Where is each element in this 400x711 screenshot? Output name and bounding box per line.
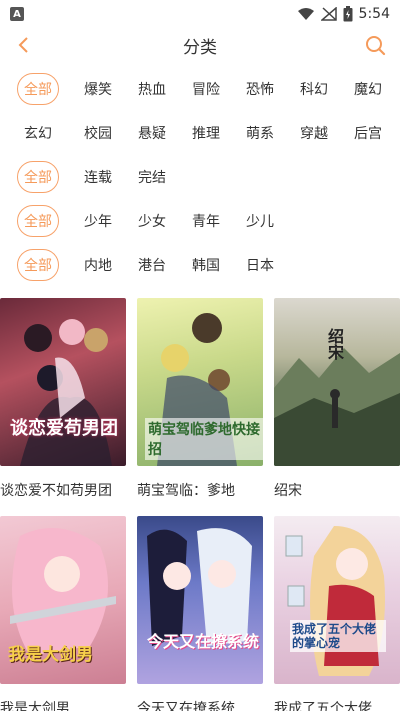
comic-cover-title: 绍宋: [325, 328, 344, 360]
wifi-icon: [297, 8, 314, 20]
filter-panel: 全部 爆笑 热血 冒险 恐怖 科幻 魔幻 玄幻 校园 悬疑 推理 萌系 穿越 后…: [0, 73, 400, 293]
audience-chip[interactable]: 青年: [179, 205, 233, 237]
genre-filter-row: 全部 爆笑 热血 冒险 恐怖 科幻 魔幻: [17, 73, 400, 117]
comic-cover-title: 我成了五个大佬的掌心宠: [290, 620, 386, 652]
region-chip[interactable]: 韩国: [179, 249, 233, 281]
status-filter-row: 全部 连载 完结: [17, 161, 400, 205]
page-title: 分类: [183, 37, 217, 58]
status-chip-all[interactable]: 全部: [17, 161, 59, 193]
genre-chip[interactable]: 魔幻: [341, 73, 395, 105]
comic-title: 绍宋: [274, 483, 302, 499]
audience-chip[interactable]: 少年: [71, 205, 125, 237]
genre-chip[interactable]: 恐怖: [233, 73, 287, 105]
genre-chip[interactable]: 冒险: [179, 73, 233, 105]
battery-icon: [343, 6, 353, 22]
genre-chip[interactable]: 热血: [125, 73, 179, 105]
status-chip[interactable]: 完结: [125, 161, 179, 193]
audience-chip[interactable]: 少儿: [233, 205, 287, 237]
comic-card[interactable]: 我成了五个大佬的掌心宠 我成了五个大佬: [274, 516, 400, 711]
genre-chip[interactable]: 推理: [179, 117, 233, 149]
region-chip-all[interactable]: 全部: [17, 249, 59, 281]
back-icon[interactable]: [14, 35, 34, 55]
genre-chip[interactable]: 爆笑: [71, 73, 125, 105]
comic-row: 谈恋爱苟男团 谈恋爱不如苟男团 萌宝驾临爹地快接招 萌宝驾临：爹地 绍宋 绍宋: [0, 298, 400, 500]
status-bar: A 5:54: [0, 0, 400, 28]
genre-chip[interactable]: 校园: [71, 117, 125, 149]
comic-title: 今天又在撩系统: [137, 701, 235, 711]
search-icon[interactable]: [364, 34, 386, 56]
comic-cover-title: 谈恋爱苟男团: [10, 418, 118, 439]
comic-cover-title: 我是大剑男: [8, 645, 93, 665]
region-filter-row: 全部 内地 港台 韩国 日本: [17, 249, 400, 293]
comic-card[interactable]: 我是大剑男 我是大剑男: [0, 516, 126, 711]
status-chip[interactable]: 连载: [71, 161, 125, 193]
comic-title: 我成了五个大佬: [274, 701, 372, 711]
region-chip[interactable]: 港台: [125, 249, 179, 281]
genre-chip[interactable]: 后宫: [341, 117, 395, 149]
genre-chip[interactable]: 科幻: [287, 73, 341, 105]
status-time: 5:54: [358, 6, 390, 22]
audience-chip-all[interactable]: 全部: [17, 205, 59, 237]
comic-cover[interactable]: 我成了五个大佬的掌心宠: [274, 516, 400, 684]
comic-cover[interactable]: 今天又在撩系统: [137, 516, 263, 684]
genre-chip[interactable]: 玄幻: [17, 117, 59, 149]
signal-icon: [320, 7, 337, 21]
audience-filter-row: 全部 少年 少女 青年 少儿: [17, 205, 400, 249]
comic-card[interactable]: 萌宝驾临爹地快接招 萌宝驾临：爹地: [137, 298, 263, 500]
app-notification-icon: A: [10, 7, 24, 21]
region-chip[interactable]: 内地: [71, 249, 125, 281]
comic-title: 萌宝驾临：爹地: [137, 483, 235, 499]
comic-cover[interactable]: 萌宝驾临爹地快接招: [137, 298, 263, 466]
genre-chip[interactable]: 萌系: [233, 117, 287, 149]
comic-card[interactable]: 绍宋 绍宋: [274, 298, 400, 500]
comic-cover[interactable]: 我是大剑男: [0, 516, 126, 684]
region-chip[interactable]: 日本: [233, 249, 287, 281]
comic-cover-title: 萌宝驾临爹地快接招: [145, 418, 263, 460]
comic-cover[interactable]: 绍宋: [274, 298, 400, 466]
app-bar: 分类: [0, 28, 400, 62]
comic-title: 谈恋爱不如苟男团: [0, 483, 112, 499]
comic-row: 我是大剑男 我是大剑男 今天又在撩系统 今天又在撩系统 我成了五个大佬的掌心宠 …: [0, 516, 400, 711]
comic-card[interactable]: 今天又在撩系统 今天又在撩系统: [137, 516, 263, 711]
comic-card[interactable]: 谈恋爱苟男团 谈恋爱不如苟男团: [0, 298, 126, 500]
comic-title: 我是大剑男: [0, 701, 70, 711]
audience-chip[interactable]: 少女: [125, 205, 179, 237]
comic-grid: 谈恋爱苟男团 谈恋爱不如苟男团 萌宝驾临爹地快接招 萌宝驾临：爹地 绍宋 绍宋 …: [0, 298, 400, 711]
genre-chip[interactable]: 悬疑: [125, 117, 179, 149]
genre-chip-all[interactable]: 全部: [17, 73, 59, 105]
comic-cover-title: 今天又在撩系统: [147, 632, 260, 651]
comic-cover[interactable]: 谈恋爱苟男团: [0, 298, 126, 466]
genre-chip[interactable]: 穿越: [287, 117, 341, 149]
genre-filter-row-2: 玄幻 校园 悬疑 推理 萌系 穿越 后宫: [17, 117, 400, 161]
